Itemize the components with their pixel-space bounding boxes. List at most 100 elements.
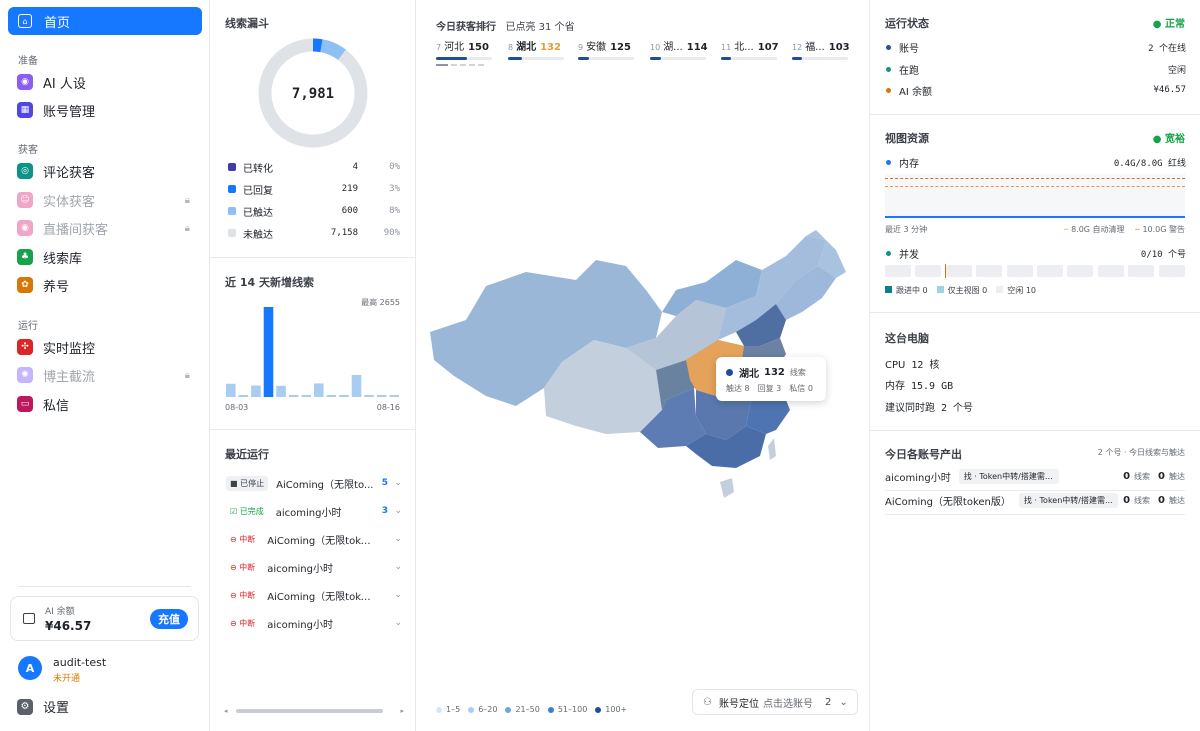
computer-cpu: CPU 12 核 (885, 360, 940, 371)
horizontal-scrollbar[interactable]: ◂ ▸ (224, 708, 404, 715)
concurrency-legend: 跟进中 0 仅主视图 0 空闲 10 (885, 285, 1036, 296)
output-row[interactable]: aicoming小时找 · Token中转/搭建需求人群 0 线索 0 触达 (885, 467, 1185, 485)
people-icon: ♣ (17, 249, 33, 265)
section-label-acquire: 获客 (18, 145, 38, 156)
warn-line (885, 178, 1185, 179)
run-name: AiComing（无限token... (267, 535, 376, 547)
ranking-item[interactable]: 7 河北 150 (436, 38, 494, 62)
run-status-badge: ☑ 已完成 (226, 503, 268, 519)
ranking-item[interactable]: 11 北... 107 (721, 38, 779, 62)
chevron-down-icon[interactable]: ⌄ (388, 478, 402, 488)
nav-label: 实时监控 (43, 341, 96, 357)
map-panel: 今日获客排行 已点亮 31 个省 7 河北 150 8 湖北 132 9 安徽 125 10 湖..… (416, 0, 870, 731)
province-tooltip: 湖北 132 线索 触达 8 回复 3 私信 0 (716, 357, 826, 401)
grid-icon: ▦ (17, 102, 33, 118)
funnel-total: 7,981 (292, 86, 334, 102)
output-leads-unit: 线索 (1134, 495, 1151, 505)
run-row[interactable]: ⊖ 中断 AiComing（无限token... ⌄ (226, 586, 402, 604)
row-divider (885, 514, 1185, 515)
run-row[interactable]: ■ 已停止 AiComing（无限to... 5 ⌄ (226, 474, 402, 492)
divider (870, 114, 1200, 115)
chevron-down-icon[interactable]: ⌄ (388, 618, 402, 628)
person-icon: ☺ (17, 192, 33, 208)
run-row[interactable]: ⊖ 中断 AiComing（无限token... ⌄ (226, 530, 402, 548)
tooltip-dm: 私信 0 (789, 384, 813, 393)
concurrency-slot (945, 265, 972, 277)
nav-direct-message[interactable]: ▭ 私信 (8, 391, 202, 417)
concurrency-slot (915, 265, 942, 277)
nav-settings[interactable]: ⚙ 设置 (17, 697, 69, 716)
status-row-balance: AI 余额 ¥46.57 (886, 82, 1186, 98)
ranking-item[interactable]: 9 安徽 125 (578, 38, 636, 62)
nav-ai-persona[interactable]: ◉ AI 人设 (8, 69, 202, 95)
trend-bar (376, 394, 387, 397)
ranking-item[interactable]: 12 福... 103 (792, 38, 850, 62)
nav-account-management[interactable]: ▦ 账号管理 (8, 97, 202, 123)
account-locate-select[interactable]: ⚇ 账号定位 点击选账号 2 ⌄ (692, 689, 858, 715)
concurrency-marker (945, 264, 946, 278)
trend-start-label: 08-03 (225, 403, 249, 412)
auto-clean-line (885, 186, 1185, 187)
map-region-taiwan (768, 438, 776, 460)
run-status-badge: ⊖ 中断 (226, 531, 260, 547)
chevron-down-icon[interactable]: ⌄ (388, 506, 402, 516)
run-row[interactable]: ⊖ 中断 aicoming小时 ⌄ (226, 558, 402, 576)
chevron-down-icon[interactable]: ⌄ (388, 562, 402, 572)
wallet-icon (23, 613, 35, 624)
ranking-item[interactable]: 10 湖... 114 (650, 38, 708, 62)
concurrency-slot (1158, 265, 1185, 277)
output-reach-unit: 触达 (1169, 495, 1185, 505)
nav-lead-library[interactable]: ♣ 线索库 (8, 244, 202, 270)
output-account: aicoming小时 (885, 472, 951, 484)
recharge-button[interactable]: 充值 (150, 609, 188, 629)
balance-card: AI 余额 ¥46.57 充值 (10, 596, 199, 641)
chevron-down-icon[interactable]: ⌄ (388, 590, 402, 600)
nav-comment-acquire[interactable]: ◎ 评论获客 (8, 158, 202, 184)
ranking-pager[interactable] (436, 64, 484, 66)
memory-window-label: 最近 3 分钟 (885, 225, 928, 234)
trend-bar (314, 383, 324, 397)
nav-home-label: 首页 (44, 15, 71, 31)
output-row[interactable]: AiComing（无限token版）找 · Token中转/搭建需... 0 线索 0… (885, 491, 1185, 509)
target-icon: ◎ (17, 163, 33, 179)
nav-account-nurture[interactable]: ✿ 养号 (8, 272, 202, 298)
trend-bar (301, 395, 311, 397)
tooltip-unit: 线索 (789, 368, 806, 377)
rank-index: 11 (721, 43, 732, 52)
rank-value: 114 (686, 42, 708, 53)
nav-label: 直播间获客 (43, 222, 109, 238)
locate-hint: 点击选账号 (762, 698, 813, 710)
stats-column: 线索漏斗 7,981 已转化 4 0% 已回复 219 3% 已触达 600 8% 未触达 7… (210, 0, 416, 731)
rank-province: 河北 (444, 42, 465, 53)
trend-bar (226, 383, 236, 397)
nav-label: 私信 (43, 398, 70, 414)
trend-bar (276, 385, 286, 397)
run-row[interactable]: ⊖ 中断 aicoming小时 ⌄ (226, 614, 402, 632)
legend-swatch (228, 229, 236, 237)
ranking-title: 今日获客排行 (436, 22, 496, 33)
divider (870, 430, 1200, 431)
memory-row: 内存 0.4G/8.0G 红线 (886, 154, 1186, 170)
run-name: aicoming小时 (275, 507, 342, 519)
rank-index: 10 (650, 43, 661, 52)
legend-swatch (228, 207, 236, 215)
robot-icon: ◉ (17, 74, 33, 90)
broadcast-icon: ◉ (17, 220, 33, 236)
output-account: AiComing（无限token版） (885, 496, 1011, 508)
run-status-badge: ■ 已停止 (226, 475, 269, 491)
status-row-running: 在跑 空闲 (886, 61, 1186, 77)
legend-label: 已触达 (243, 207, 273, 219)
legend-pct: 0% (389, 162, 400, 172)
nav-label: 实体获客 (43, 194, 96, 210)
run-row[interactable]: ☑ 已完成 aicoming小时 3 ⌄ (226, 502, 402, 520)
locate-label: 账号定位 (718, 698, 759, 710)
legend-pct: 3% (389, 184, 400, 194)
nav-home[interactable]: ⌂ 首页 (8, 7, 202, 35)
ranking-item[interactable]: 8 湖北 132 (508, 38, 566, 62)
concurrency-slot (1097, 265, 1124, 277)
chevron-down-icon[interactable]: ⌄ (388, 534, 402, 544)
nav-realtime-monitor[interactable]: ✣ 实时监控 (8, 334, 202, 360)
rank-value: 103 (828, 42, 850, 53)
trend-bar (263, 307, 274, 397)
rank-bar (508, 57, 564, 60)
